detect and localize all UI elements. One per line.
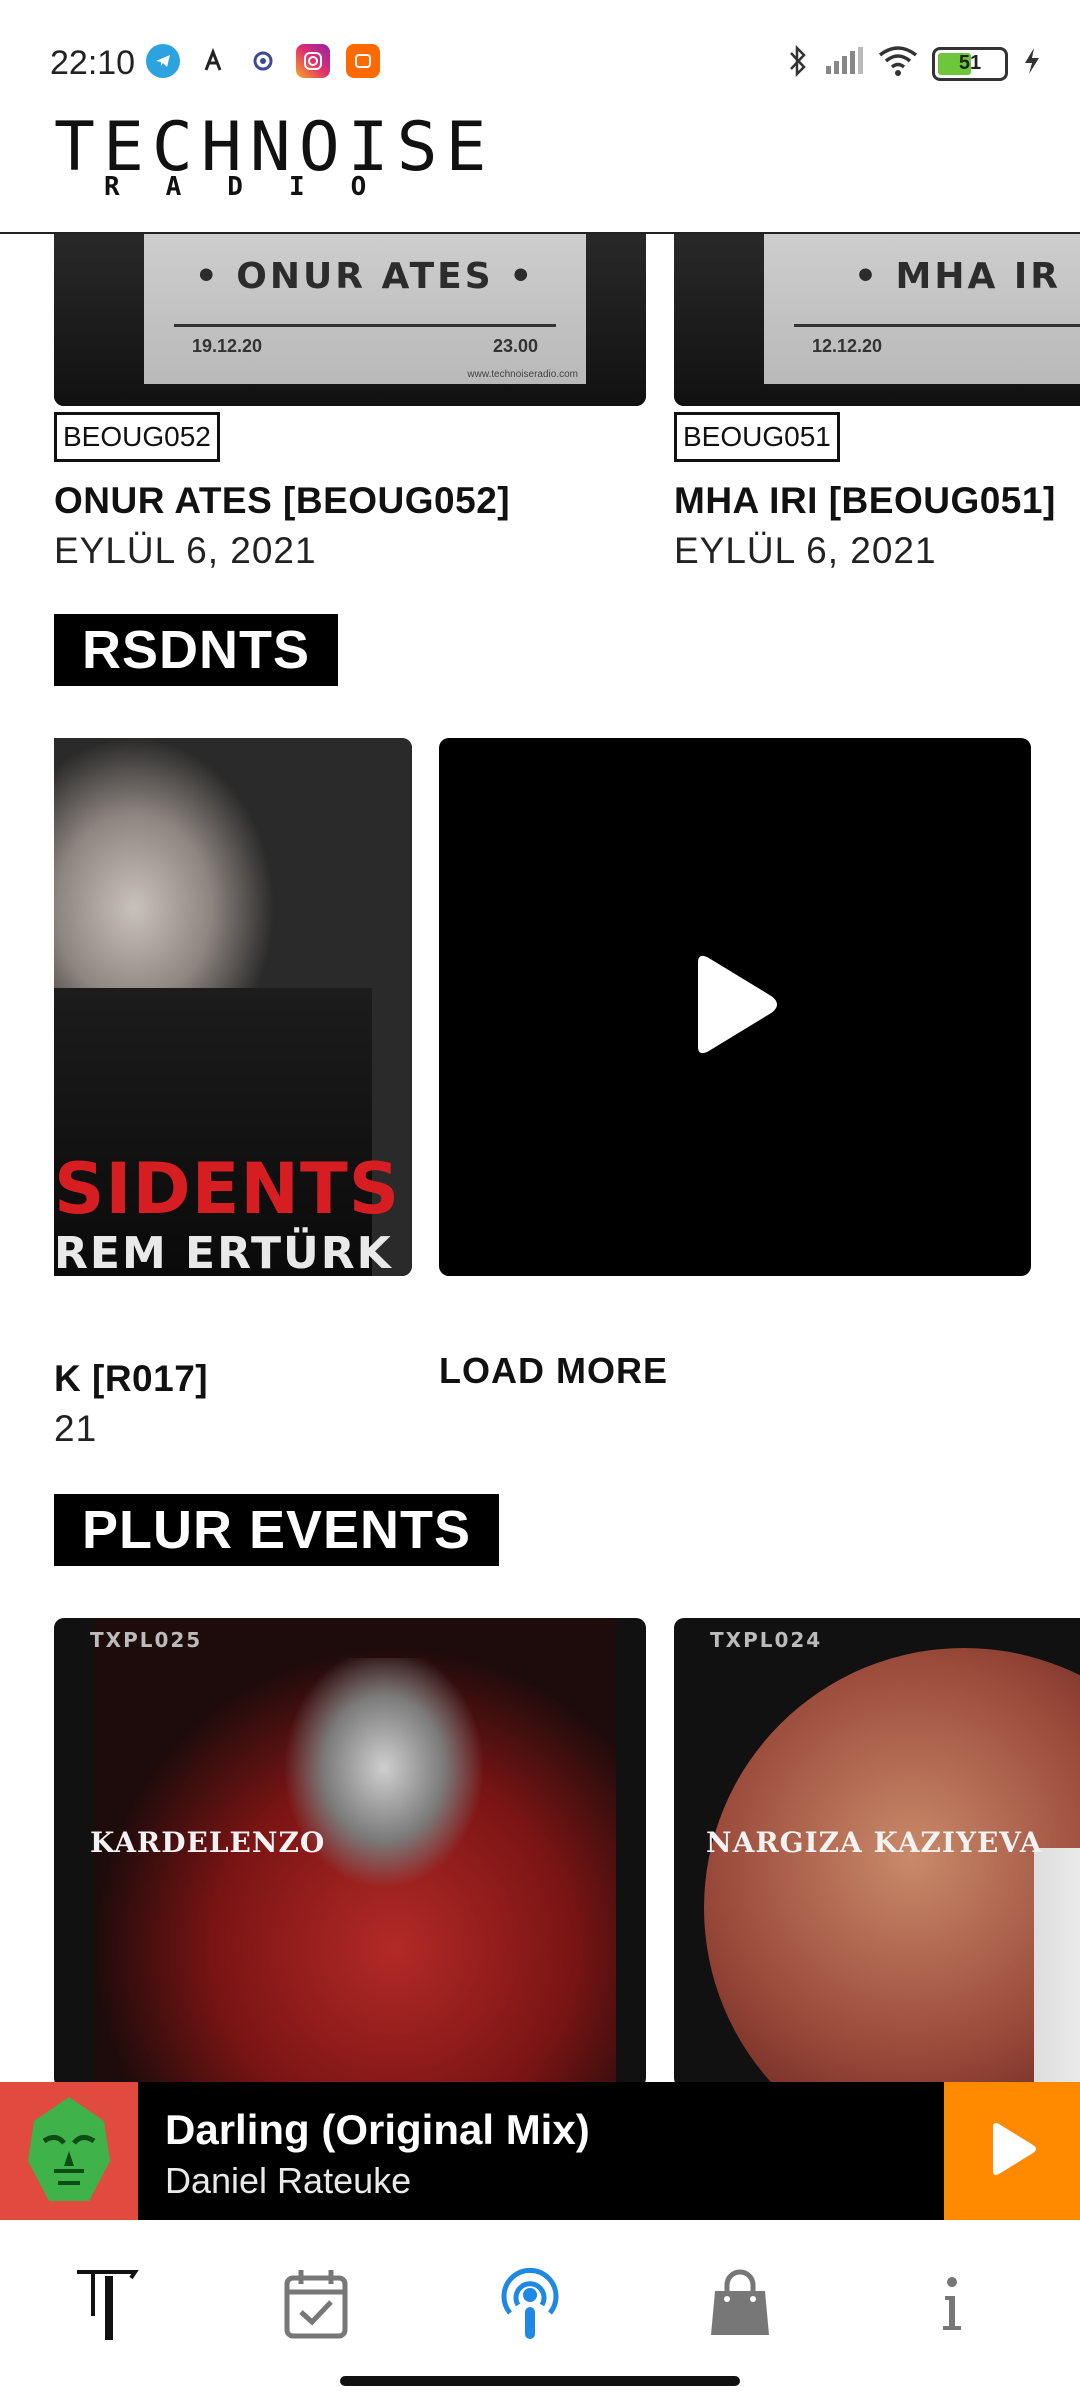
poster-artist: • MHA IR bbox=[854, 256, 1062, 297]
poster-date: 12.12.20 bbox=[812, 336, 883, 356]
notification-icons bbox=[146, 44, 380, 78]
release-poster: • ONUR ATES • 19.12.20 23.00 www.technoi… bbox=[54, 234, 646, 406]
section-title-residents: RSDNTS bbox=[54, 614, 339, 686]
instagram-icon bbox=[296, 44, 330, 78]
release-code-badge: BEOUG051 bbox=[674, 412, 840, 462]
event-card-image[interactable]: TXPL024 NARGIZA KAZIYEVA bbox=[674, 1618, 1080, 2082]
poster-divider bbox=[174, 324, 556, 327]
event-artist-photo bbox=[284, 1658, 484, 2082]
status-bar: 22:10 51 bbox=[0, 0, 1080, 110]
release-date: EYLÜL 6, 2021 bbox=[54, 530, 317, 571]
release-date: EYLÜL 6, 2021 bbox=[674, 530, 937, 571]
info-icon bbox=[937, 2274, 967, 2339]
now-playing-bar[interactable]: Darling (Original Mix) Daniel Rateuke bbox=[0, 2082, 1080, 2220]
nav-podcasts[interactable] bbox=[480, 2256, 580, 2356]
event-planet-artwork bbox=[704, 1648, 1080, 2082]
event-artist-name: KARDELENZO bbox=[90, 1826, 326, 1859]
release-card-image[interactable]: • ONUR ATES • 19.12.20 23.00 www.technoi… bbox=[54, 234, 646, 406]
wifi-icon bbox=[878, 45, 918, 82]
release-title[interactable]: MHA IRI [BEOUG051] bbox=[674, 480, 1056, 522]
load-more-button[interactable]: LOAD MORE bbox=[439, 1350, 668, 1392]
track-artwork bbox=[0, 2082, 138, 2220]
resident-banner-text: SIDENTS bbox=[54, 1148, 401, 1230]
battery-percent: 51 bbox=[958, 52, 982, 74]
battery-indicator: 51 bbox=[932, 46, 1008, 81]
release-poster: • MHA IR 12.12.20 bbox=[674, 234, 1080, 406]
poster-paper: • MHA IR 12.12.20 bbox=[764, 234, 1080, 384]
release-code-badge: BEOUG052 bbox=[54, 412, 220, 462]
play-icon[interactable] bbox=[690, 953, 780, 1062]
settings-app-icon bbox=[246, 44, 280, 78]
calendar-check-icon bbox=[283, 2268, 349, 2345]
nav-events[interactable] bbox=[266, 2256, 366, 2356]
app-header: TECHNOISE RADIO bbox=[0, 100, 1080, 234]
mi-icon bbox=[346, 44, 380, 78]
poster-date: 19.12.20 bbox=[192, 336, 263, 356]
app-icon bbox=[196, 44, 230, 78]
charging-icon bbox=[1022, 46, 1042, 81]
status-time: 22:10 bbox=[50, 44, 136, 82]
resident-title[interactable]: K [R017] bbox=[54, 1358, 208, 1400]
poster-paper: • ONUR ATES • 19.12.20 23.00 www.technoi… bbox=[144, 234, 586, 384]
resident-name-text: REM ERTÜRK bbox=[54, 1228, 393, 1276]
track-artist: Daniel Rateuke bbox=[165, 2160, 412, 2201]
player-play-button[interactable] bbox=[944, 2082, 1080, 2220]
home-indicator[interactable] bbox=[340, 2376, 740, 2386]
video-card[interactable] bbox=[439, 738, 1031, 1276]
event-artist-name: NARGIZA KAZIYEVA bbox=[706, 1826, 1043, 1859]
poster-artist: • ONUR ATES • bbox=[194, 256, 536, 297]
logo-subtitle: RADIO bbox=[104, 172, 413, 202]
resident-card-image[interactable]: SIDENTS REM ERTÜRK bbox=[54, 738, 412, 1276]
nav-shop[interactable] bbox=[690, 2256, 790, 2356]
bluetooth-icon bbox=[786, 44, 810, 83]
event-card-image[interactable]: TXPL025 KARDELENZO bbox=[54, 1618, 646, 2082]
home-logo-icon bbox=[71, 2266, 141, 2347]
bottom-navigation bbox=[0, 2220, 1080, 2400]
section-title-events: PLUR EVENTS bbox=[54, 1494, 500, 1566]
poster-url: www.technoiseradio.com bbox=[467, 369, 578, 380]
shopping-bag-icon bbox=[709, 2269, 771, 2344]
telegram-icon bbox=[146, 44, 180, 78]
event-code: TXPL024 bbox=[710, 1628, 823, 1652]
release-card-image[interactable]: • MHA IR 12.12.20 bbox=[674, 234, 1080, 406]
event-code: TXPL025 bbox=[90, 1628, 203, 1652]
event-artist-photo bbox=[1034, 1848, 1080, 2082]
signal-icon bbox=[824, 46, 864, 81]
poster-time: 23.00 bbox=[492, 336, 538, 356]
play-icon bbox=[987, 2121, 1037, 2182]
nav-info[interactable] bbox=[902, 2256, 1002, 2356]
podcast-icon bbox=[498, 2265, 562, 2348]
nav-home[interactable] bbox=[56, 2256, 156, 2356]
release-title[interactable]: ONUR ATES [BEOUG052] bbox=[54, 480, 510, 522]
track-title[interactable]: Darling (Original Mix) bbox=[165, 2106, 590, 2154]
resident-date: 21 bbox=[54, 1408, 98, 1449]
main-content[interactable]: • ONUR ATES • 19.12.20 23.00 www.technoi… bbox=[0, 234, 1080, 2082]
poster-divider bbox=[794, 324, 1080, 327]
system-icons: 51 bbox=[786, 44, 1042, 83]
